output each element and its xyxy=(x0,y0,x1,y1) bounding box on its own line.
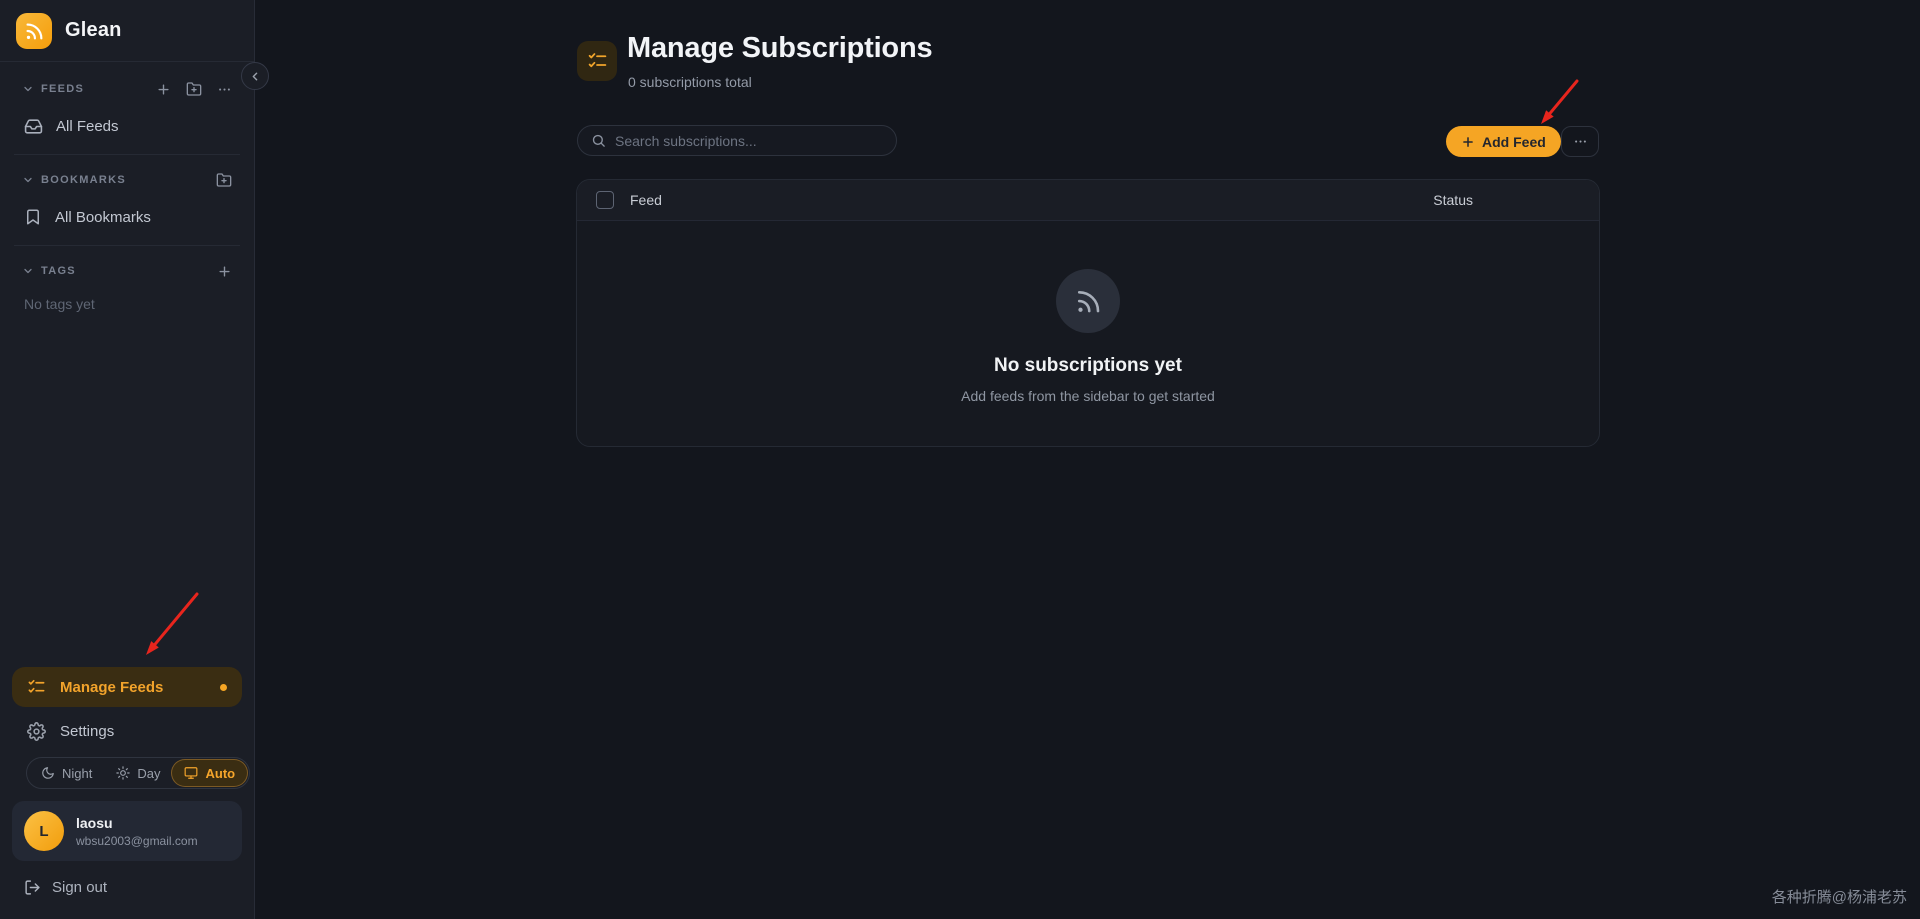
page-checklist-icon xyxy=(577,41,617,81)
table-header-row: Feed Status xyxy=(577,180,1599,221)
page-subtitle: 0 subscriptions total xyxy=(628,74,752,90)
sidebar-item-label: All Bookmarks xyxy=(55,208,151,226)
rss-icon xyxy=(1056,269,1120,333)
theme-toggle: Night Day Auto xyxy=(26,757,251,789)
search-icon xyxy=(591,133,606,148)
column-header-status: Status xyxy=(1433,192,1473,208)
add-feed-label: Add Feed xyxy=(1482,133,1546,150)
dots-horizontal-icon xyxy=(1573,134,1588,149)
sidebar-item-label: All Feeds xyxy=(56,117,119,135)
page-title: Manage Subscriptions xyxy=(627,32,933,64)
feeds-section-header[interactable]: FEEDS xyxy=(14,72,240,106)
add-feed-icon[interactable] xyxy=(156,82,171,97)
chevron-down-icon xyxy=(22,174,34,186)
tags-section-label: TAGS xyxy=(41,265,76,277)
moon-icon xyxy=(41,766,55,780)
theme-night-label: Night xyxy=(62,765,93,781)
sidebar-item-manage-feeds[interactable]: Manage Feeds xyxy=(12,667,242,707)
sidebar-item-all-bookmarks[interactable]: All Bookmarks xyxy=(14,197,240,237)
theme-option-night[interactable]: Night xyxy=(29,760,104,786)
monitor-icon xyxy=(184,766,198,780)
bookmarks-section-header[interactable]: BOOKMARKS xyxy=(14,163,240,197)
empty-state-title: No subscriptions yet xyxy=(994,355,1182,376)
app-logo-rss-icon xyxy=(16,12,52,49)
inbox-icon xyxy=(24,117,43,136)
sign-out-button[interactable]: Sign out xyxy=(12,869,242,905)
app-title: Glean xyxy=(65,19,122,41)
user-name: laosu xyxy=(76,814,113,831)
user-card[interactable]: L laosu wbsu2003@gmail.com xyxy=(12,801,242,861)
empty-state: No subscriptions yet Add feeds from the … xyxy=(577,221,1599,404)
feeds-more-icon[interactable] xyxy=(217,82,232,97)
select-all-checkbox[interactable] xyxy=(596,191,614,209)
new-bookmark-folder-icon[interactable] xyxy=(216,172,232,188)
column-header-feed: Feed xyxy=(630,192,662,208)
theme-option-auto[interactable]: Auto xyxy=(172,760,248,786)
settings-label: Settings xyxy=(60,722,115,740)
chevron-down-icon xyxy=(22,265,34,277)
logout-icon xyxy=(24,879,41,896)
theme-day-label: Day xyxy=(137,765,161,781)
sidebar-item-all-feeds[interactable]: All Feeds xyxy=(14,106,240,146)
subscriptions-table: Feed Status No subscriptions yet Add fee… xyxy=(576,179,1600,447)
sidebar-collapse-button[interactable] xyxy=(241,62,269,90)
watermark-text: 各种折腾@杨浦老苏 xyxy=(1771,889,1907,906)
sidebar-divider xyxy=(14,154,240,155)
theme-option-day[interactable]: Day xyxy=(104,760,172,786)
sidebar: Glean FEEDS All Feeds BOOKMARKS All Book… xyxy=(0,0,255,919)
gear-icon xyxy=(27,721,46,741)
add-feed-button[interactable]: Add Feed xyxy=(1446,126,1561,157)
search-box xyxy=(577,125,897,156)
active-indicator-dot xyxy=(220,683,227,691)
new-folder-icon[interactable] xyxy=(186,81,202,97)
sidebar-divider xyxy=(14,245,240,246)
user-email: wbsu2003@gmail.com xyxy=(76,833,198,848)
manage-feeds-label: Manage Feeds xyxy=(60,678,164,696)
search-input[interactable] xyxy=(615,132,883,149)
tags-section-header[interactable]: TAGS xyxy=(14,254,240,288)
sun-icon xyxy=(116,766,131,780)
sidebar-item-settings[interactable]: Settings xyxy=(12,711,242,751)
empty-state-subtitle: Add feeds from the sidebar to get starte… xyxy=(961,388,1215,404)
checklist-icon xyxy=(27,678,46,697)
theme-auto-label: Auto xyxy=(205,765,236,781)
plus-icon xyxy=(1461,135,1475,149)
sidebar-bottom: Manage Feeds Settings Night Day Auto L l… xyxy=(0,667,254,919)
more-options-button[interactable] xyxy=(1561,126,1599,157)
annotation-arrow-add-feed xyxy=(1541,79,1579,124)
app-header: Glean xyxy=(0,0,254,62)
chevron-left-icon xyxy=(249,70,262,83)
bookmarks-section-label: BOOKMARKS xyxy=(41,174,127,186)
chevron-down-icon xyxy=(22,83,34,95)
tags-empty-text: No tags yet xyxy=(24,296,95,312)
add-tag-icon[interactable] xyxy=(217,264,232,279)
sidebar-sections: FEEDS All Feeds BOOKMARKS All Bookmarks … xyxy=(0,62,254,312)
feeds-section-label: FEEDS xyxy=(41,83,85,95)
bookmark-icon xyxy=(24,208,42,226)
avatar: L xyxy=(24,811,64,851)
sign-out-label: Sign out xyxy=(52,878,108,896)
